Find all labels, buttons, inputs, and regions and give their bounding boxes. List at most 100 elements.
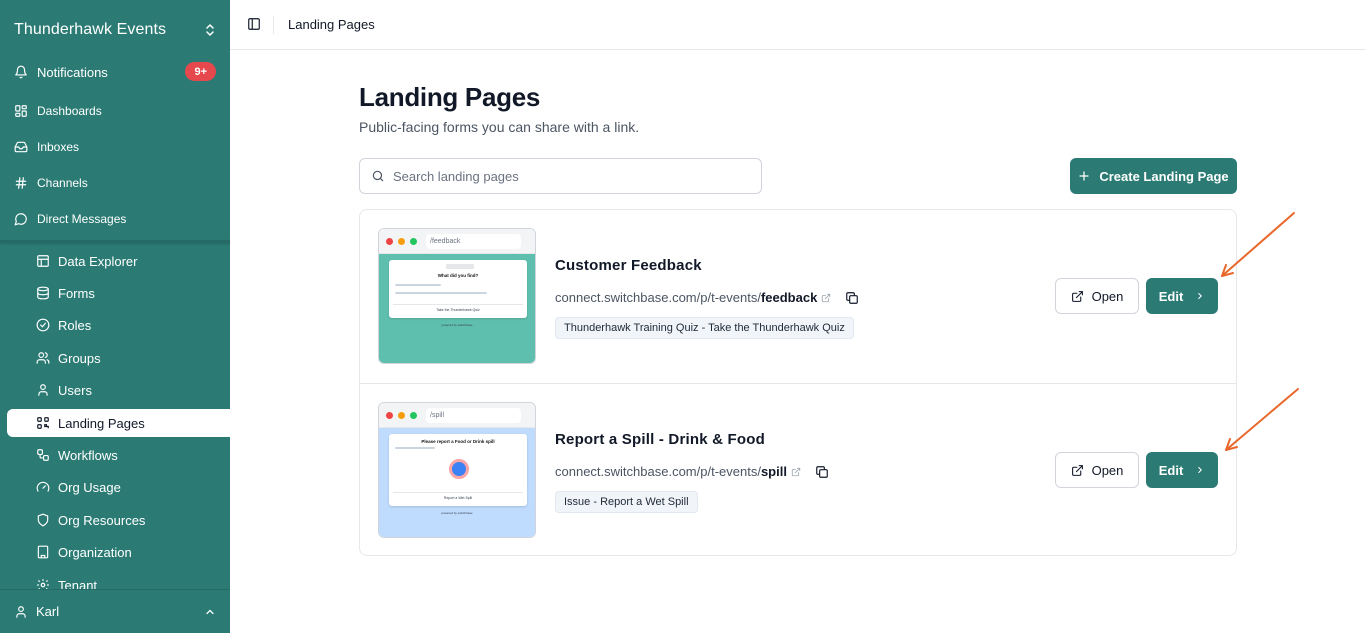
chevron-up-down-icon xyxy=(204,23,216,37)
sidebar-item-roles[interactable]: Roles xyxy=(7,311,230,339)
edit-button-label: Edit xyxy=(1158,288,1184,304)
sidebar-item-org-usage[interactable]: Org Usage xyxy=(7,473,230,501)
breadcrumb: Landing Pages xyxy=(288,17,375,32)
landing-page-row: /feedback What did you find? Take the Th… xyxy=(360,210,1236,383)
topbar-separator xyxy=(273,16,274,34)
landing-page-link[interactable]: connect.switchbase.com/p/t-events/feedba… xyxy=(555,290,859,305)
workspace-name: Thunderhawk Events xyxy=(14,21,167,38)
landing-page-row: /spill Please report a Food or Drink spi… xyxy=(360,383,1236,556)
sidebar-item-label: Dashboards xyxy=(37,104,102,118)
landing-page-list: /feedback What did you find? Take the Th… xyxy=(359,209,1237,556)
page-title: Landing Pages xyxy=(359,82,541,112)
user-icon xyxy=(38,384,48,396)
sidebar-divider xyxy=(0,240,230,243)
sidebar-item-direct-messages[interactable]: Direct Messages xyxy=(14,207,216,231)
user-menu[interactable]: Karl xyxy=(0,589,230,633)
sidebar-item-notifications[interactable]: Notifications 9+ xyxy=(14,60,216,84)
gauge-icon xyxy=(36,481,50,492)
bell-icon xyxy=(15,65,27,79)
sidebar-item-label: Notifications xyxy=(37,64,108,80)
sidebar-item-org-resources[interactable]: Org Resources xyxy=(7,506,230,534)
link-prefix: connect.switchbase.com/p/t-events/ xyxy=(555,464,761,479)
sidebar-item-label: Data Explorer xyxy=(58,253,138,269)
landing-page-name: Customer Feedback xyxy=(555,257,702,274)
external-link-icon xyxy=(822,293,831,302)
edit-button[interactable]: Edit xyxy=(1146,452,1218,488)
dashboard-icon xyxy=(15,105,27,117)
preview-body: Please report a Food or Drink spill Repo… xyxy=(379,428,535,537)
user-name: Karl xyxy=(36,604,60,619)
notification-count-badge: 9+ xyxy=(185,62,216,81)
preview-spill-image xyxy=(449,459,469,479)
link-slug: spill xyxy=(760,464,787,479)
link-slug: feedback xyxy=(760,290,818,305)
sidebar-item-organization[interactable]: Organization xyxy=(7,538,230,566)
preview-submit: Take the Thunderhawk Quiz xyxy=(393,304,523,313)
sidebar-item-label: Channels xyxy=(37,176,88,190)
sidebar-item-workflows[interactable]: Workflows xyxy=(7,441,230,469)
preview-url: /spill xyxy=(426,407,521,423)
annotation-arrow-icon xyxy=(1225,388,1299,451)
create-button-label: Create Landing Page xyxy=(1099,168,1229,184)
check-circle-icon xyxy=(36,318,50,332)
landing-page-name: Report a Spill - Drink & Food xyxy=(555,431,765,448)
landing-page-link[interactable]: connect.switchbase.com/p/t-events/spill xyxy=(555,464,829,479)
sidebar-toggle-icon[interactable] xyxy=(247,17,261,36)
page-subtitle: Public-facing forms you can share with a… xyxy=(359,119,640,135)
open-button-label: Open xyxy=(1091,288,1124,304)
table-icon xyxy=(37,255,49,267)
database-icon xyxy=(37,286,49,300)
user-icon xyxy=(16,605,26,618)
inbox-icon xyxy=(14,141,28,153)
sidebar-item-channels[interactable]: Channels xyxy=(14,171,216,195)
create-landing-page-button[interactable]: Create Landing Page xyxy=(1070,158,1237,194)
landing-page-preview[interactable]: /spill Please report a Food or Drink spi… xyxy=(378,402,536,538)
sidebar-item-landing-pages[interactable]: Landing Pages xyxy=(7,409,230,437)
linked-form-tag: Issue - Report a Wet Spill xyxy=(555,491,698,513)
chevron-right-icon xyxy=(1198,466,1203,474)
workspace-switcher[interactable]: Thunderhawk Events xyxy=(14,18,216,42)
sidebar-item-data-explorer[interactable]: Data Explorer xyxy=(7,247,230,275)
sidebar-item-forms[interactable]: Forms xyxy=(7,279,230,307)
landing-page-preview[interactable]: /feedback What did you find? Take the Th… xyxy=(378,228,536,364)
building-icon xyxy=(37,545,49,559)
open-button[interactable]: Open xyxy=(1055,278,1139,314)
preview-url: /feedback xyxy=(426,233,521,249)
sidebar-item-label: Groups xyxy=(58,350,101,366)
preview-form-title: What did you find? xyxy=(437,273,479,278)
copy-icon[interactable] xyxy=(845,291,859,305)
message-icon xyxy=(14,213,27,226)
search-box[interactable] xyxy=(359,158,762,194)
sidebar-item-label: Direct Messages xyxy=(37,212,127,226)
preview-submit: Report a Wet Spill xyxy=(393,492,523,501)
open-button[interactable]: Open xyxy=(1055,452,1139,488)
chevron-up-icon xyxy=(206,609,214,614)
sidebar-item-label: Inboxes xyxy=(37,140,80,154)
external-link-icon xyxy=(791,467,801,476)
sidebar-item-groups[interactable]: Groups xyxy=(7,344,230,372)
sidebar-item-label: Organization xyxy=(58,544,132,560)
edit-button[interactable]: Edit xyxy=(1146,278,1218,314)
workflow-icon xyxy=(37,449,49,461)
sidebar-item-label: Roles xyxy=(58,317,92,333)
sidebar-item-users[interactable]: Users xyxy=(7,376,230,404)
linked-form-tag: Thunderhawk Training Quiz - Take the Thu… xyxy=(555,317,854,339)
sidebar-item-dashboards[interactable]: Dashboards xyxy=(14,99,216,123)
edit-button-label: Edit xyxy=(1158,462,1184,478)
open-button-label: Open xyxy=(1091,462,1124,478)
preview-form-card: What did you find? Take the Thunderhawk … xyxy=(389,260,527,318)
hash-icon xyxy=(15,177,27,189)
sidebar-item-inboxes[interactable]: Inboxes xyxy=(14,135,216,159)
sidebar-item-label: Landing Pages xyxy=(58,415,145,431)
sidebar-item-label: Org Usage xyxy=(58,479,121,495)
sidebar-item-label: Users xyxy=(58,382,92,398)
external-link-icon xyxy=(1071,464,1083,476)
sidebar-item-label: Forms xyxy=(58,285,95,301)
copy-icon[interactable] xyxy=(815,465,829,479)
top-bar: Landing Pages xyxy=(230,0,1366,50)
search-input[interactable] xyxy=(393,168,733,184)
preview-body: What did you find? Take the Thunderhawk … xyxy=(379,254,535,363)
shield-icon xyxy=(37,513,49,527)
sidebar-item-label: Workflows xyxy=(58,447,118,463)
search-icon xyxy=(372,170,384,182)
